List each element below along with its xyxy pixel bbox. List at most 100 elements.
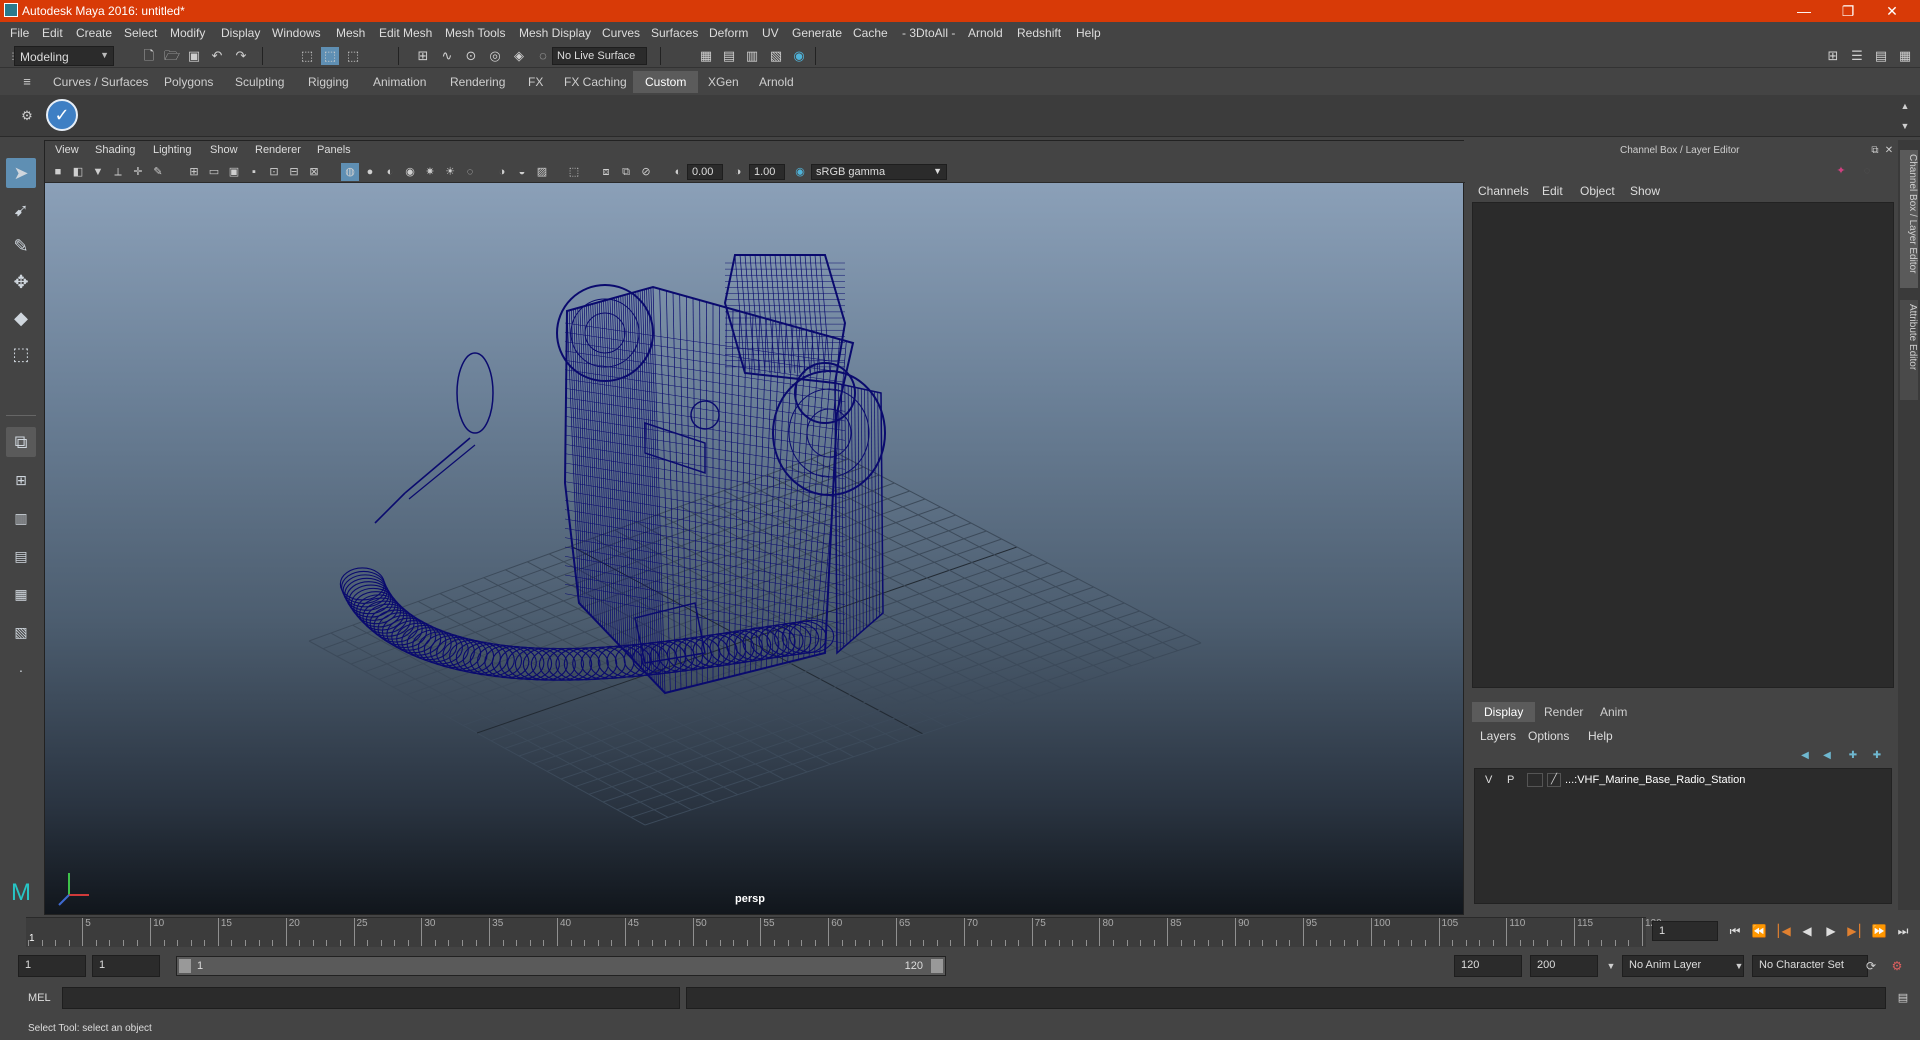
four-view-layout-icon[interactable]: ⊞ — [6, 465, 36, 495]
checkmark-icon[interactable]: ✓ — [46, 99, 78, 131]
render-view-icon[interactable]: ▧ — [767, 47, 785, 65]
animation-prefs-icon[interactable]: ⚙ — [1888, 957, 1906, 975]
cb-menu-edit[interactable]: Edit — [1542, 184, 1563, 198]
grease-pencil-icon[interactable]: ✎ — [149, 163, 167, 181]
modeling-toolkit-icon[interactable]: ⊞ — [1824, 47, 1842, 65]
lasso-tool-icon[interactable]: ➹ — [6, 195, 36, 225]
le-menu-layers[interactable]: Layers — [1480, 729, 1516, 743]
mel-label[interactable]: MEL — [28, 992, 51, 1004]
gate-mask-icon[interactable]: ▪ — [245, 163, 263, 181]
snap-live-icon[interactable]: ◌ — [534, 47, 552, 65]
play-forward-icon[interactable]: ▶ — [1822, 922, 1840, 940]
range-bar[interactable]: 1 120 — [176, 956, 946, 976]
image-plane-icon[interactable]: ⟂ — [109, 163, 127, 181]
vp-menu-shading[interactable]: Shading — [95, 144, 135, 156]
tab-render[interactable]: Render — [1532, 702, 1595, 722]
new-layer-selected-icon[interactable]: ✚ — [1868, 747, 1886, 765]
safe-title-icon[interactable]: ⊠ — [305, 163, 323, 181]
tab-polygons[interactable]: Polygons — [164, 75, 213, 89]
safe-action-icon[interactable]: ⊟ — [285, 163, 303, 181]
save-scene-icon[interactable]: ▣ — [185, 47, 203, 65]
step-back-key-icon[interactable]: ⏪ — [1750, 922, 1768, 940]
layer-visibility-toggle[interactable]: V — [1485, 774, 1492, 786]
anim-layer-dropdown[interactable]: No Anim Layer — [1622, 955, 1744, 977]
range-end-handle[interactable] — [931, 959, 943, 973]
depth-of-field-icon[interactable]: ⊘ — [637, 163, 655, 181]
xray-icon[interactable]: ◑ — [493, 163, 511, 181]
menu-cache[interactable]: Cache — [853, 26, 888, 40]
shelf-menu-icon[interactable]: ≡ — [18, 73, 36, 91]
tab-fx-caching[interactable]: FX Caching — [564, 75, 627, 89]
channel-icon[interactable]: ✦ — [1832, 162, 1850, 180]
menu-arnold[interactable]: Arnold — [968, 26, 1003, 40]
vp-menu-show[interactable]: Show — [210, 144, 238, 156]
resolution-gate-icon[interactable]: ▣ — [225, 163, 243, 181]
tab-sculpting[interactable]: Sculpting — [235, 75, 284, 89]
tab-anim[interactable]: Anim — [1588, 702, 1639, 722]
shadows-icon[interactable]: ☀ — [441, 163, 459, 181]
menu-modify[interactable]: Modify — [170, 26, 205, 40]
ipr-render-icon[interactable]: ▥ — [743, 47, 761, 65]
command-input[interactable] — [62, 987, 680, 1009]
tab-animation[interactable]: Animation — [373, 75, 426, 89]
cb-menu-show[interactable]: Show — [1630, 184, 1660, 198]
playback-start-field[interactable]: 1 — [92, 955, 160, 977]
wireframe-icon[interactable]: ◍ — [341, 163, 359, 181]
channel-box-icon[interactable]: ▦ — [1896, 47, 1914, 65]
layer-icon[interactable]: ◌ — [1858, 162, 1876, 180]
more-layouts-icon[interactable]: · — [6, 655, 36, 685]
menu-redshift[interactable]: Redshift — [1017, 26, 1061, 40]
vp-menu-lighting[interactable]: Lighting — [153, 144, 192, 156]
vp-menu-panels[interactable]: Panels — [317, 144, 351, 156]
gamma-field[interactable]: 1.00 — [749, 164, 785, 180]
menu-help[interactable]: Help — [1076, 26, 1101, 40]
tab-curves-surfaces[interactable]: Curves / Surfaces — [53, 75, 148, 89]
menu-curves[interactable]: Curves — [602, 26, 640, 40]
hypershade-layout-icon[interactable]: ▦ — [6, 579, 36, 609]
outliner-layout-icon[interactable]: ▥ — [6, 503, 36, 533]
attribute-editor-icon[interactable]: ☰ — [1848, 47, 1866, 65]
menu-file[interactable]: File — [10, 26, 29, 40]
menu-windows[interactable]: Windows — [272, 26, 321, 40]
layer-name[interactable]: ...:VHF_Marine_Base_Radio_Station — [1565, 774, 1745, 786]
layer-display-type[interactable] — [1527, 773, 1543, 787]
select-tool-icon[interactable]: ➤ — [6, 158, 36, 188]
ambient-occlusion-icon[interactable]: ◌ — [461, 163, 479, 181]
close-button[interactable]: ✕ — [1870, 0, 1914, 22]
multisample-icon[interactable]: ⧈ — [597, 163, 615, 181]
step-forward-key-icon[interactable]: ⏩ — [1870, 922, 1888, 940]
graph-layout-icon[interactable]: ▤ — [6, 541, 36, 571]
lights-icon[interactable]: ✷ — [421, 163, 439, 181]
select-hierarchy-icon[interactable]: ⬚ — [298, 47, 316, 65]
menu-create[interactable]: Create — [76, 26, 112, 40]
go-to-end-icon[interactable]: ⏭ — [1894, 922, 1912, 940]
menu-mesh-display[interactable]: Mesh Display — [519, 26, 591, 40]
le-menu-help[interactable]: Help — [1588, 729, 1613, 743]
redo-icon[interactable]: ↷ — [232, 47, 250, 65]
menu-edit[interactable]: Edit — [42, 26, 63, 40]
move-layer-up-icon[interactable]: ◀ — [1796, 747, 1814, 765]
tab-fx[interactable]: FX — [528, 75, 543, 89]
snap-point-icon[interactable]: ⊙ — [462, 47, 480, 65]
play-backward-icon[interactable]: ◀ — [1798, 922, 1816, 940]
color-management-icon[interactable]: ◉ — [791, 163, 809, 181]
color-space-dropdown[interactable]: sRGB gamma ▼ — [811, 164, 947, 180]
undo-icon[interactable]: ↶ — [208, 47, 226, 65]
vp-menu-renderer[interactable]: Renderer — [255, 144, 301, 156]
motion-blur-icon[interactable]: ⧉ — [617, 163, 635, 181]
move-tool-icon[interactable]: ✥ — [6, 267, 36, 297]
layer-row[interactable]: V P ╱ ...:VHF_Marine_Base_Radio_Station — [1475, 771, 1891, 791]
go-to-start-icon[interactable]: ⏮ — [1726, 922, 1744, 940]
tab-display[interactable]: Display — [1472, 702, 1536, 722]
auto-key-icon[interactable]: ⟳ — [1862, 957, 1880, 975]
new-layer-icon[interactable]: ✚ — [1844, 747, 1862, 765]
new-scene-icon[interactable]: 🗋 — [140, 47, 158, 65]
playback-end-field[interactable]: 120 — [1454, 955, 1522, 977]
tab-xgen[interactable]: XGen — [708, 75, 739, 89]
timeline-ruler[interactable]: 5 10 15 20 25 30 35 40 45 50 55 60 65 70 75 80 85 90 95 100… — [26, 917, 1662, 947]
restore-button[interactable]: ❐ — [1826, 0, 1870, 22]
perspective-viewport[interactable]: persp — [45, 183, 1463, 914]
open-scene-icon[interactable]: 🗁 — [163, 47, 181, 65]
bookmark-icon[interactable]: ▼ — [89, 163, 107, 181]
exposure-icon[interactable]: ◐ — [669, 163, 687, 181]
